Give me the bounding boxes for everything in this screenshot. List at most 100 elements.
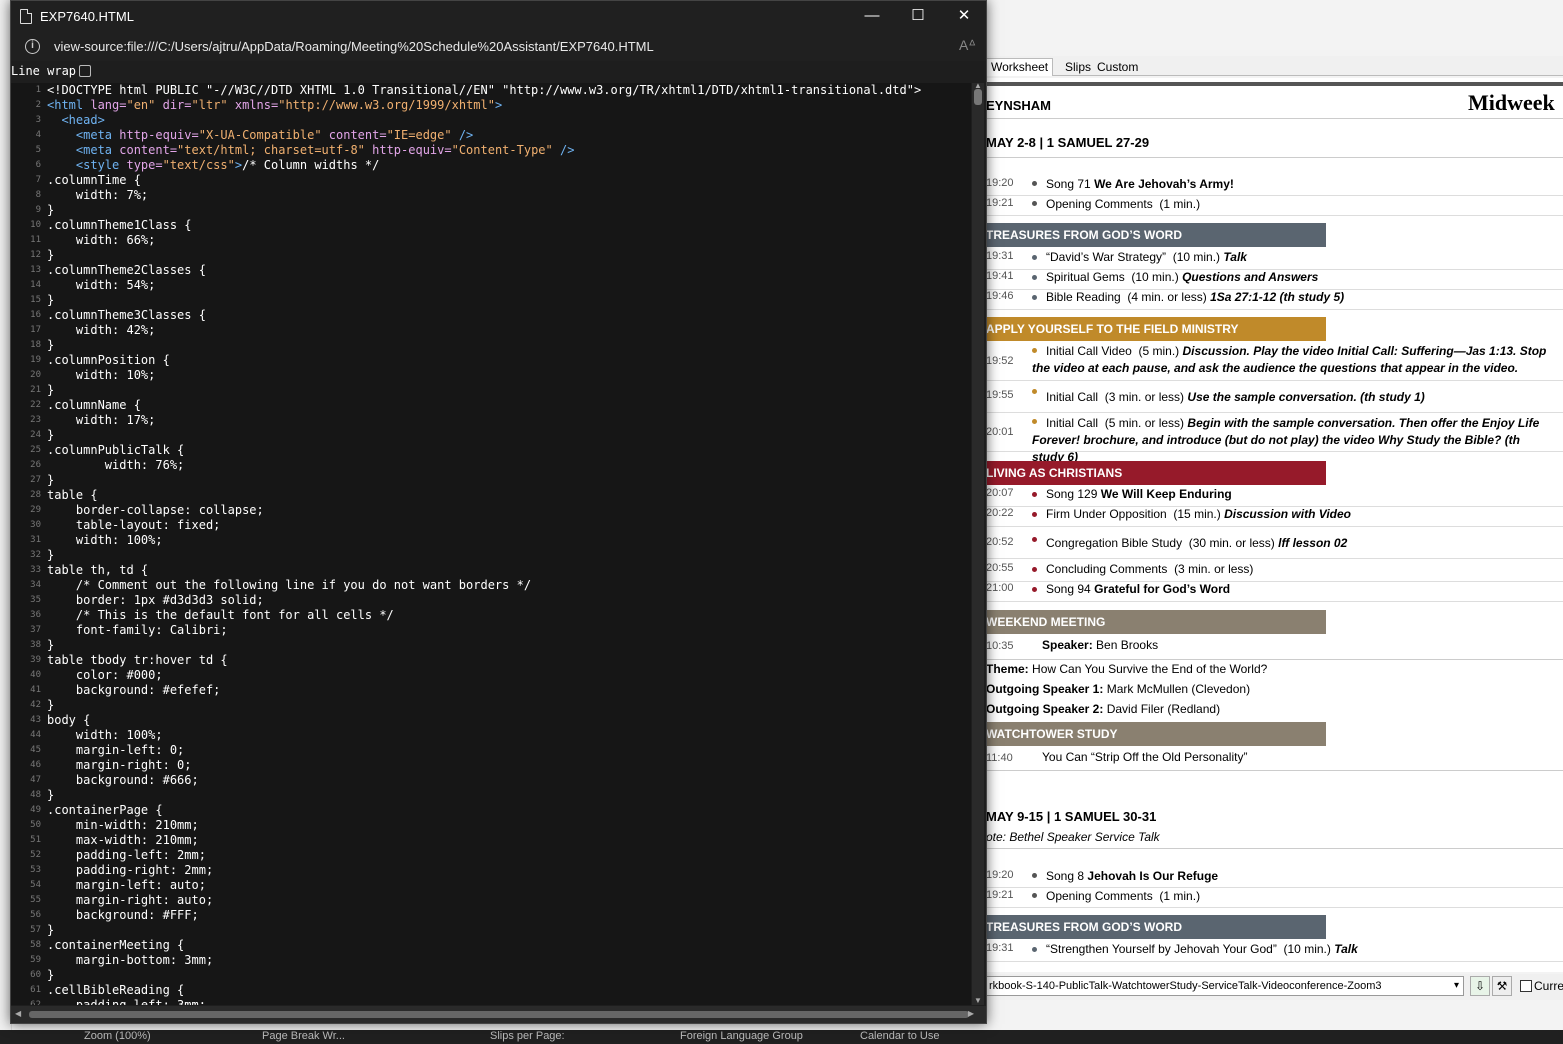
- divider: [986, 157, 1563, 158]
- line-number: 30: [30, 520, 41, 530]
- close-button[interactable]: ✕: [941, 1, 987, 33]
- source-line: 38}: [11, 638, 971, 653]
- preview-title: Midweek: [1468, 90, 1555, 115]
- source-line: 39 table tbody tr:hover td {: [11, 653, 971, 668]
- current-label: Curren: [1534, 979, 1563, 993]
- row-duration: (10 min.): [1283, 942, 1331, 956]
- row-duration: (10 min.): [1131, 270, 1179, 284]
- line-number: 26: [30, 460, 41, 470]
- source-line: 20 width: 10%;: [11, 368, 971, 383]
- line-number: 46: [30, 760, 41, 770]
- line-number: 42: [30, 700, 41, 710]
- minimize-button[interactable]: —: [849, 1, 895, 33]
- bullet: [1032, 947, 1037, 952]
- week-note: ote: Bethel Speaker Service Talk: [986, 830, 1160, 844]
- row-time: 19:31: [986, 250, 1014, 262]
- source-line: 47 background: #666;: [11, 773, 971, 788]
- source-line: 59 margin-bottom: 3mm;: [11, 953, 971, 968]
- line-source: }: [47, 248, 55, 262]
- line-source: .columnPublicTalk {: [47, 443, 185, 457]
- line-source: border: 1px #d3d3d3 solid;: [47, 593, 264, 607]
- row-label: Speaker:: [1042, 638, 1093, 652]
- source-line: 35 border: 1px #d3d3d3 solid;: [11, 593, 971, 608]
- line-number: 9: [35, 205, 41, 215]
- source-line: 43 body {: [11, 713, 971, 728]
- row-type: Use the sample conversation. (th study 1…: [1187, 390, 1425, 404]
- row-duration: (1 min.): [1159, 197, 1201, 211]
- maximize-button[interactable]: ☐: [895, 1, 941, 33]
- current-checkbox[interactable]: [1520, 980, 1532, 992]
- row-label: Concluding Comments: [1046, 562, 1168, 576]
- tools-icon[interactable]: ⚒: [1492, 976, 1512, 996]
- source-line: 61 .cellBibleReading {: [11, 983, 971, 998]
- preview-top-bar: [986, 82, 1563, 86]
- row-time: 19:20: [986, 177, 1014, 189]
- vertical-scrollbar[interactable]: ▲ ▼: [972, 81, 984, 1005]
- schedule-row: 20:55 Concluding Comments (3 min. or les…: [986, 562, 1563, 582]
- scroll-down-icon[interactable]: ▼: [974, 996, 982, 1005]
- scrollbar-thumb[interactable]: [974, 89, 982, 105]
- background-status-bar: Zoom (100%) Page Break Wr... Slips per P…: [0, 1030, 1563, 1044]
- line-source: }: [47, 638, 55, 652]
- bullet: [1032, 181, 1037, 186]
- read-aloud-icon[interactable]: Aᐞ: [959, 37, 976, 54]
- source-line: 24}: [11, 428, 971, 443]
- line-number: 10: [30, 220, 41, 230]
- source-line: 13 .columnTheme2Classes {: [11, 263, 971, 278]
- line-number: 21: [30, 385, 41, 395]
- save-template-icon[interactable]: ⇩: [1470, 976, 1490, 996]
- line-source: width: 17%;: [47, 413, 156, 427]
- source-line: 40 color: #000;: [11, 668, 971, 683]
- view-source-window: EXP7640.HTML — ☐ ✕ i view-source:file://…: [10, 0, 987, 1024]
- line-source: width: 7%;: [47, 188, 149, 202]
- line-number: 43: [30, 715, 41, 725]
- scroll-left-icon[interactable]: ◀: [15, 1009, 21, 1018]
- row-label: You Can “Strip Off the Old Personality”: [1042, 750, 1248, 764]
- horizontal-scrollbar[interactable]: ◀ ▶: [11, 1006, 986, 1023]
- congregation-name: EYNSHAM: [986, 98, 1052, 113]
- tab-slips[interactable]: Slips: [1060, 58, 1096, 76]
- tab-custom[interactable]: Custom: [1092, 58, 1143, 76]
- line-number: 59: [30, 955, 41, 965]
- line-source: }: [47, 203, 55, 217]
- line-source: <meta http-equiv="X-UA-Compatible" conte…: [47, 128, 474, 142]
- tab-worksheet[interactable]: Worksheet: [986, 58, 1054, 76]
- template-select[interactable]: rkbook-S-140-PublicTalk-WatchtowerStudy-…: [986, 976, 1464, 996]
- line-source: width: 54%;: [47, 278, 156, 292]
- row-duration: (30 min. or less): [1188, 536, 1275, 550]
- line-source: border-collapse: collapse;: [47, 503, 264, 517]
- line-source: width: 100%;: [47, 728, 163, 742]
- line-number: 8: [35, 190, 41, 200]
- line-number: 61: [30, 985, 41, 995]
- line-wrap-checkbox[interactable]: [79, 65, 91, 77]
- line-number: 60: [30, 970, 41, 980]
- line-number: 13: [30, 265, 41, 275]
- line-source: .columnTheme2Classes {: [47, 263, 206, 277]
- status-foreign-language: Foreign Language Group: [680, 1030, 803, 1042]
- scrollbar-thumb[interactable]: [29, 1011, 969, 1018]
- source-line: 33 table th, td {: [11, 563, 971, 578]
- source-line: 3 <head>: [11, 113, 971, 128]
- row-time: 20:55: [986, 562, 1014, 574]
- scroll-right-icon[interactable]: ▶: [968, 1009, 974, 1018]
- theme-label: Theme:: [986, 662, 1029, 676]
- line-number: 47: [30, 775, 41, 785]
- url-field[interactable]: view-source:file:///C:/Users/ajtru/AppDa…: [54, 39, 654, 54]
- row-time: 19:41: [986, 270, 1014, 282]
- line-number: 16: [30, 310, 41, 320]
- status-slips: Slips per Page:: [490, 1030, 565, 1042]
- source-line: 21}: [11, 383, 971, 398]
- schedule-row: 19:55 Initial Call (3 min. or less) Use …: [986, 383, 1563, 413]
- info-icon[interactable]: i: [25, 39, 40, 54]
- line-number: 12: [30, 250, 41, 260]
- row-type: lff lesson 02: [1278, 536, 1348, 550]
- line-source: min-width: 210mm;: [47, 818, 199, 832]
- row-time: 20:07: [986, 487, 1014, 499]
- source-line: 27}: [11, 473, 971, 488]
- line-wrap-label: Line wrap: [11, 64, 77, 78]
- source-line: 32}: [11, 548, 971, 563]
- line-number: 1: [35, 85, 41, 95]
- line-source: .columnPosition {: [47, 353, 170, 367]
- line-number: 52: [30, 850, 41, 860]
- section-treasures: TREASURES FROM GOD’S WORD: [986, 915, 1326, 939]
